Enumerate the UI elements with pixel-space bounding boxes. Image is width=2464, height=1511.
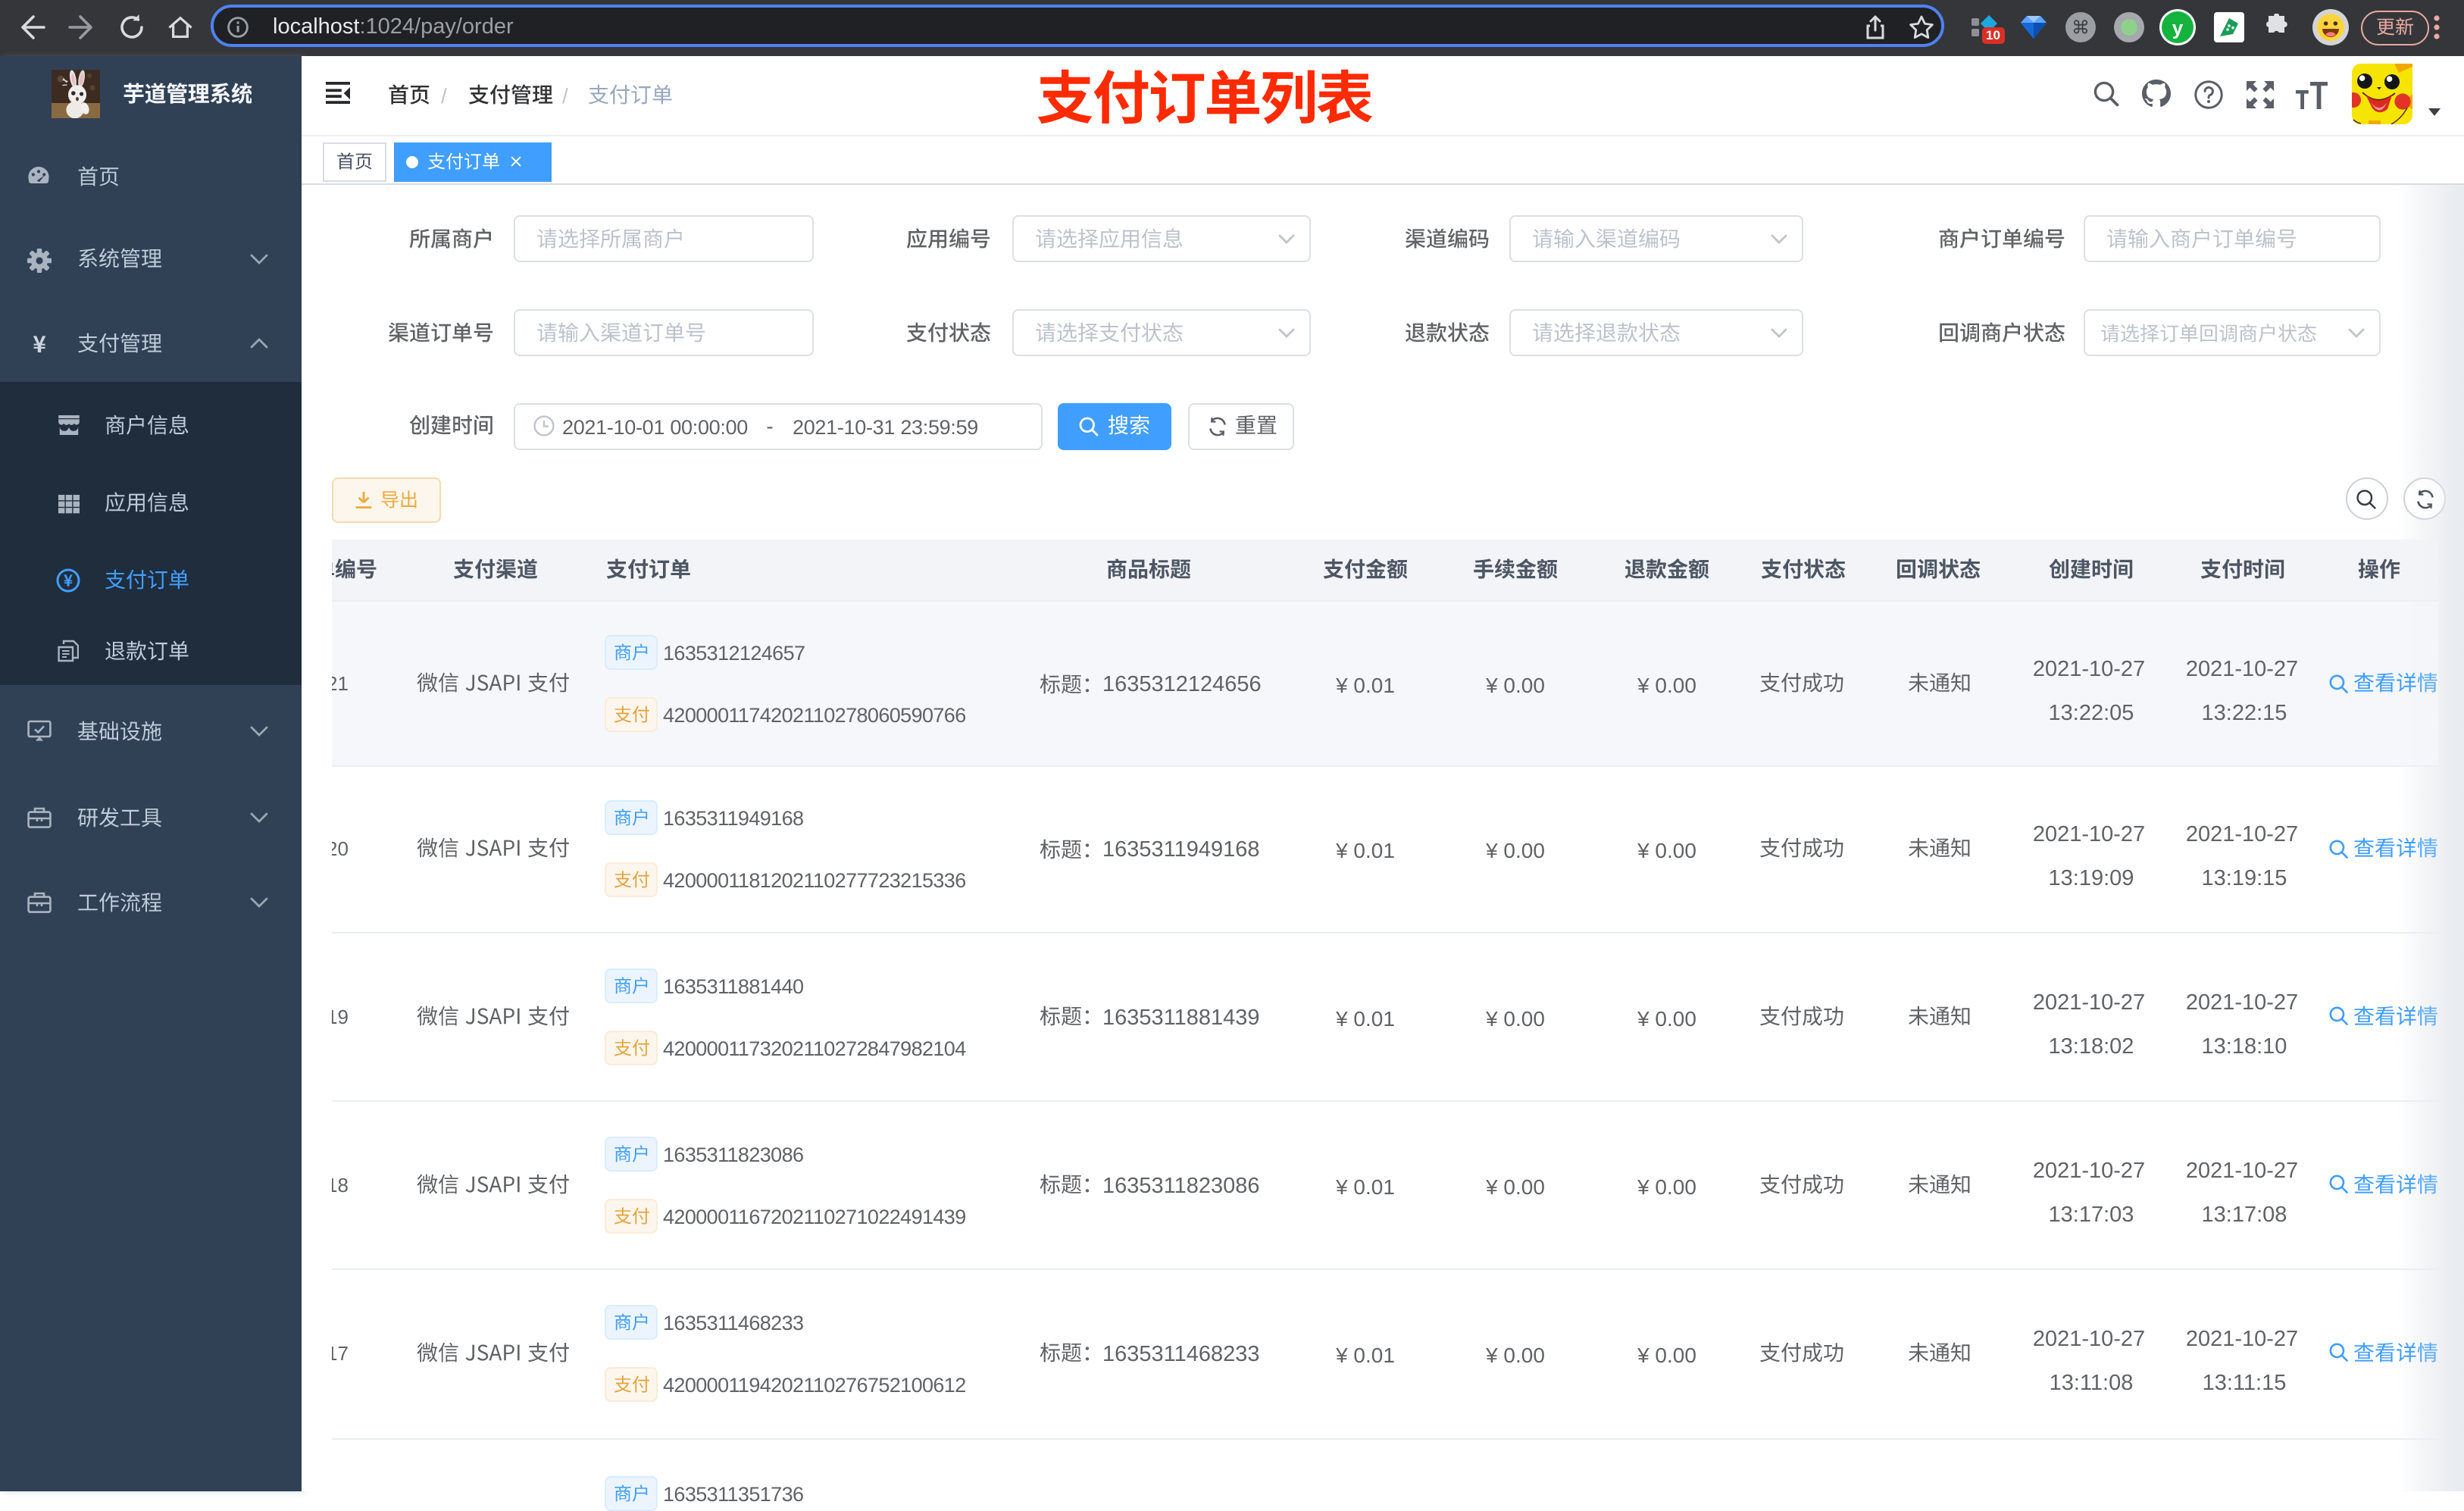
svg-text:y: y bbox=[2172, 17, 2184, 39]
svg-text:⌘: ⌘ bbox=[2072, 17, 2090, 38]
